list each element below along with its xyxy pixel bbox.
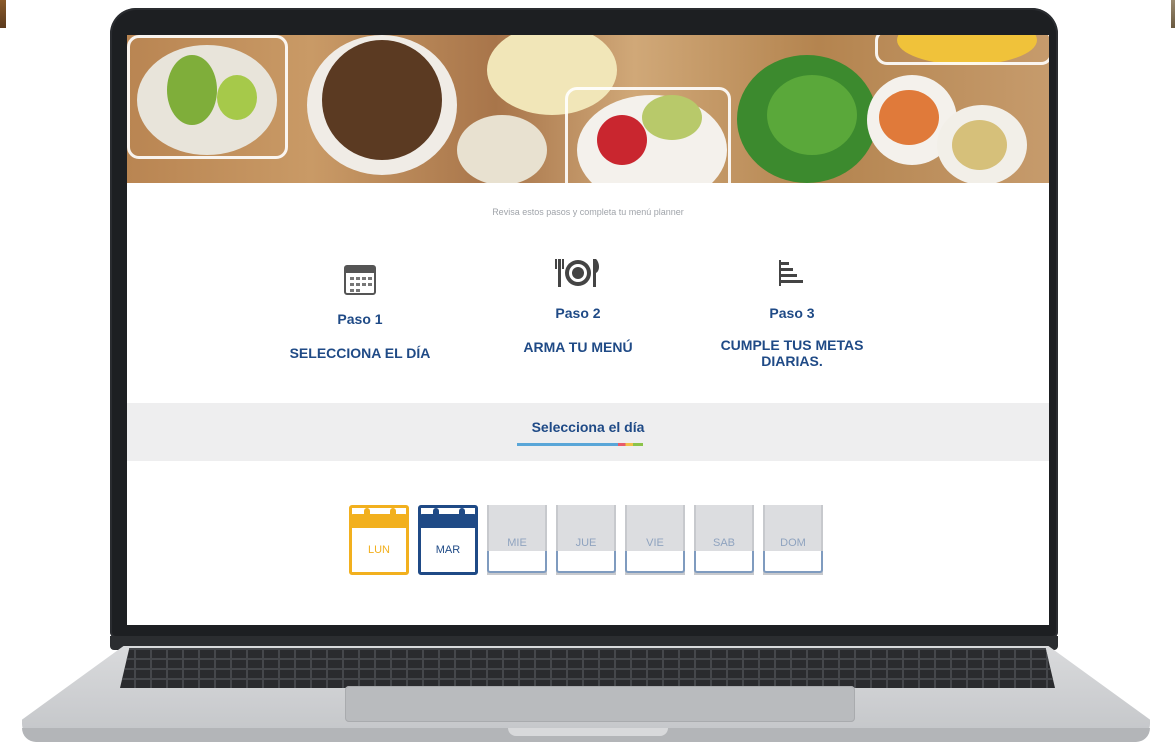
calendar-icon [275,259,445,299]
hero-food-banner [127,35,1049,183]
photo-edge-right [1171,0,1175,28]
day-sab[interactable]: SAB [694,505,754,575]
step-1: Paso 1 SELECCIONA EL DÍA [275,259,445,361]
photo-edge-left [0,0,6,28]
section-band: Selecciona el día [127,403,1049,461]
day-label: MAR [435,544,461,556]
laptop-trackpad [345,686,855,722]
step-number: Paso 1 [337,311,383,327]
day-lun[interactable]: LUN [349,505,409,575]
steps-row: Paso 1 SELECCIONA EL DÍA Paso 2 ARMA TU … [127,253,1049,393]
day-label: MIE [507,537,527,549]
calendar-header [350,514,408,528]
day-label: VIE [646,537,664,549]
step-3: Paso 3 CUMPLE TUS METAS DIARIAS. [707,253,877,369]
step-text: CUMPLE TUS METAS DIARIAS. [720,337,864,369]
day-label: SAB [712,537,735,549]
hero-frame [875,35,1049,65]
laptop-notch [508,728,668,736]
day-jue[interactable]: JUE [556,505,616,575]
step-text: ARMA TU MENÚ [523,339,633,355]
step-number: Paso 2 [555,305,601,321]
day-mar[interactable]: MAR [418,505,478,575]
day-label: JUE [575,537,597,549]
day-label: DOM [780,537,806,549]
day-mie[interactable]: MIE [487,505,547,575]
step-text: SELECCIONA EL DÍA [289,345,431,361]
day-label: LUN [367,544,390,556]
plate-cutlery-icon [493,253,663,293]
hero-frame [565,87,731,183]
laptop-screen: Revisa estos pasos y completa tu menú pl… [127,35,1049,625]
calendar-header [419,514,477,528]
day-selector: LUN MAR MIE JUE VIE SAB DOM [349,505,829,585]
bar-list-icon [707,253,877,293]
day-dom[interactable]: DOM [763,505,823,575]
hero-frame [127,35,288,159]
page-subtitle: Revisa estos pasos y completa tu menú pl… [492,207,684,217]
section-title: Selecciona el día [531,419,645,435]
step-number: Paso 3 [769,305,815,321]
step-2: Paso 2 ARMA TU MENÚ [493,253,663,355]
day-vie[interactable]: VIE [625,505,685,575]
section-underline [517,443,643,446]
laptop-keyboard [120,648,1055,688]
